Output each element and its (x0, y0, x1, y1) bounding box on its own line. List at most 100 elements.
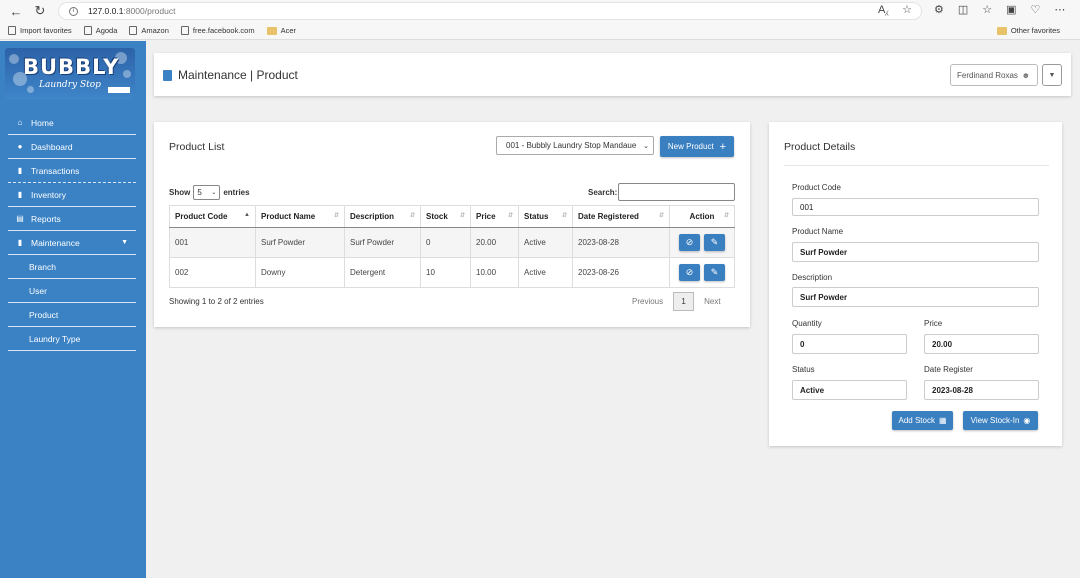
back-icon[interactable]: ← (4, 0, 28, 22)
price-field[interactable]: 20.00 (924, 334, 1039, 354)
user-menu[interactable]: Ferdinand Roxas ☻ (950, 64, 1038, 86)
user-dropdown-button[interactable]: ▼ (1042, 64, 1062, 86)
caret-down-icon: ▼ (121, 239, 128, 246)
logo-title: BUBBLY (23, 55, 120, 79)
entries-select[interactable]: 5 ⌄ (193, 185, 221, 200)
brand-logo[interactable]: BUBBLY Laundry Stop (5, 48, 135, 99)
deactivate-button[interactable]: ⊘ (679, 264, 700, 281)
status-field[interactable]: Active (792, 380, 907, 400)
ban-icon: ⊘ (685, 237, 694, 247)
user-icon: ☻ (1021, 70, 1030, 80)
next-button[interactable]: Next (704, 297, 720, 306)
cell-date: 2023-08-26 (572, 257, 670, 288)
sort-icon: ⇵ (658, 213, 664, 219)
new-product-button[interactable]: New Product + (660, 136, 734, 157)
sidebar-item-inventory[interactable]: ▮ Inventory (8, 183, 136, 207)
product-name-field[interactable]: Surf Powder (792, 242, 1039, 262)
sidebar-item-branch[interactable]: Branch (8, 255, 136, 279)
cell-action: ⊘ ✎ (669, 227, 735, 258)
bookmark-import[interactable]: Import favorites (8, 26, 72, 35)
date-register-field[interactable]: 2023-08-28 (924, 380, 1039, 400)
cell-stock: 10 (420, 257, 471, 288)
page-icon (83, 26, 92, 35)
sidebar-item-reports[interactable]: ▤ Reports (8, 207, 136, 231)
cell-product-code: 001 (169, 227, 256, 258)
col-status[interactable]: Status ⇵ (518, 205, 573, 228)
read-aloud-icon[interactable]: A⁁ (878, 3, 888, 16)
cell-product-name: Surf Powder (255, 227, 345, 258)
cell-action: ⊘ ✎ (669, 257, 735, 288)
ban-icon: ⊘ (685, 267, 694, 277)
product-code-field[interactable]: 001 (792, 198, 1039, 216)
edit-button[interactable]: ✎ (704, 264, 725, 281)
favorites-icon[interactable]: ☆ (982, 3, 992, 16)
performance-icon[interactable]: ♡ (1031, 3, 1041, 16)
sort-icon: ⇵ (723, 213, 729, 219)
sidebar-item-home[interactable]: ⌂ Home (8, 111, 136, 135)
cell-status: Active (518, 227, 573, 258)
cell-date: 2023-08-28 (572, 227, 670, 258)
table-header-row: Product Code ▲ Product Name ⇵ Description ⇵… (169, 205, 735, 228)
bookmark-acer[interactable]: Acer (266, 26, 296, 35)
edit-button[interactable]: ✎ (704, 234, 725, 251)
page-icon (129, 26, 138, 35)
quantity-label: Quantity (792, 319, 822, 328)
product-name-label: Product Name (792, 227, 844, 236)
other-favorites[interactable]: Other favorites (996, 26, 1060, 35)
page-button[interactable]: 1 (673, 292, 695, 311)
col-action: Action ⇵ (669, 205, 735, 228)
product-list-title: Product List (169, 141, 225, 153)
favorite-star-icon[interactable]: ☆ (902, 3, 912, 16)
page-icon (180, 26, 189, 35)
description-field[interactable]: Surf Powder (792, 287, 1039, 307)
cell-description: Detergent (344, 257, 421, 288)
pagination: Previous 1 Next (632, 292, 721, 311)
bookmark-agoda[interactable]: Agoda (83, 26, 117, 35)
view-stock-in-button[interactable]: View Stock-In ◉ (963, 411, 1038, 430)
sidebar-item-user[interactable]: User (8, 279, 136, 303)
quantity-field[interactable]: 0 (792, 334, 907, 354)
logo-tag (108, 87, 130, 93)
bookmark-facebook[interactable]: free.facebook.com (180, 26, 255, 35)
browser-actions: A⁁ ☆ ⚙ ◫ ☆ ▣ ♡ ⋯ (878, 3, 1065, 16)
col-stock[interactable]: Stock ⇵ (420, 205, 471, 228)
divider (784, 165, 1049, 166)
cell-description: Surf Powder (344, 227, 421, 258)
more-icon[interactable]: ⋯ (1054, 3, 1065, 16)
dashboard-icon: ● (17, 142, 23, 151)
address-bar[interactable]: i 127.0.0.1:8000/product (58, 2, 922, 20)
sidebar-item-dashboard[interactable]: ● Dashboard (8, 135, 136, 159)
table-row[interactable]: 002 Downy Detergent 10 10.00 Active 2023… (169, 257, 735, 288)
previous-button[interactable]: Previous (632, 297, 663, 306)
cell-price: 10.00 (470, 257, 519, 288)
extensions-icon[interactable]: ⚙ (934, 3, 944, 16)
col-price[interactable]: Price ⇵ (470, 205, 519, 228)
collections-icon[interactable]: ▣ (1006, 3, 1016, 16)
col-description[interactable]: Description ⇵ (344, 205, 421, 228)
search-input[interactable] (618, 183, 735, 201)
reload-icon[interactable]: ↻ (28, 0, 52, 22)
info-icon[interactable]: i (69, 6, 78, 16)
col-product-name[interactable]: Product Name ⇵ (255, 205, 345, 228)
branch-select[interactable]: 001 - Bubbly Laundry Stop Mandaue ⌄ (496, 136, 654, 155)
bookmark-amazon[interactable]: Amazon (129, 26, 169, 35)
product-code-label: Product Code (792, 183, 841, 192)
table-row[interactable]: 001 Surf Powder Surf Powder 0 20.00 Acti… (169, 227, 735, 258)
sidebar-item-product[interactable]: Product (8, 303, 136, 327)
col-date-registered[interactable]: Date Registered ⇵ (572, 205, 670, 228)
sidebar-item-laundry-type[interactable]: Laundry Type (8, 327, 136, 351)
col-product-code[interactable]: Product Code ▲ (169, 205, 256, 228)
cell-price: 20.00 (470, 227, 519, 258)
sort-icon: ⇵ (409, 213, 415, 219)
sidebar-item-maintenance[interactable]: ▮ Maintenance ▼ (8, 231, 136, 255)
status-label: Status (792, 365, 815, 374)
add-stock-button[interactable]: Add Stock ▦ (892, 411, 953, 430)
plus-icon: + (719, 140, 727, 153)
date-register-label: Date Register (924, 365, 973, 374)
split-screen-icon[interactable]: ◫ (958, 3, 968, 16)
sidebar: BUBBLY Laundry Stop ⌂ Home ● Dashboard ▮ Tr… (0, 41, 146, 578)
pencil-icon: ✎ (710, 237, 719, 247)
product-list-card: Product List 001 - Bubbly Laundry Stop M… (154, 122, 750, 327)
deactivate-button[interactable]: ⊘ (679, 234, 700, 251)
sidebar-item-transactions[interactable]: ▮ Transactions (8, 159, 136, 183)
